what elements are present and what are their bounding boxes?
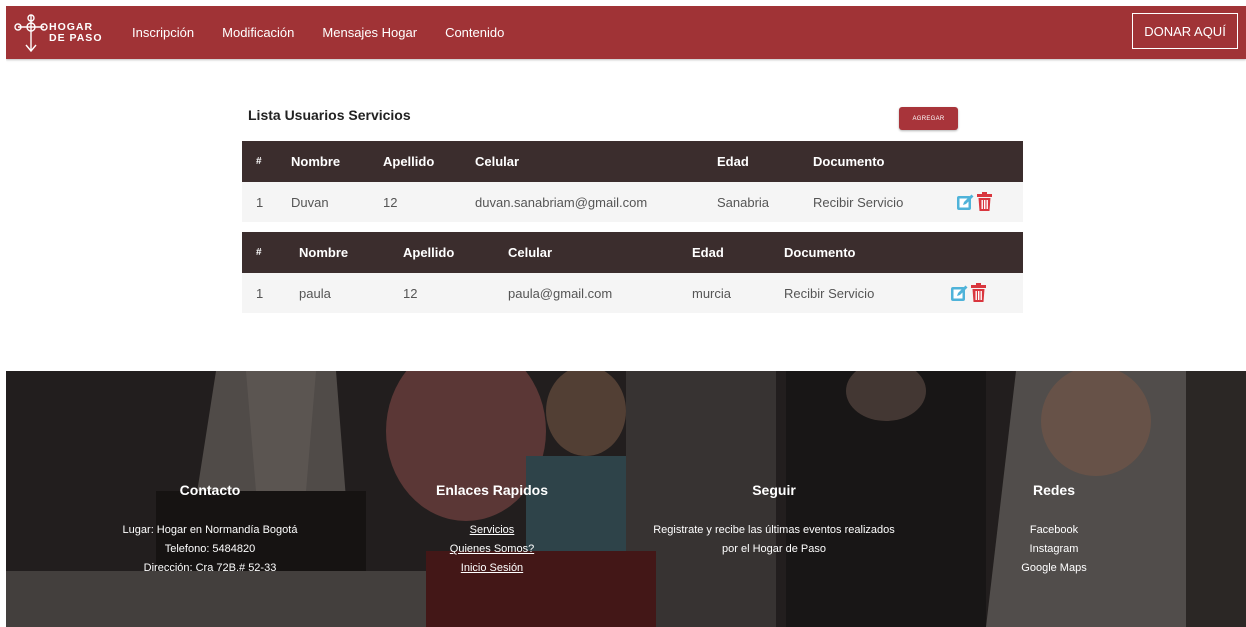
- page: HOGAR DE PASO Inscripción Modificación M…: [6, 6, 1246, 627]
- navbar: HOGAR DE PASO Inscripción Modificación M…: [6, 6, 1246, 59]
- cell-apellido: 12: [403, 285, 418, 301]
- brand-logo[interactable]: HOGAR DE PASO: [14, 10, 124, 56]
- cell-edad: murcia: [692, 285, 732, 301]
- add-button[interactable]: AGREGAR: [899, 107, 958, 130]
- col-header-edad: Edad: [717, 154, 749, 169]
- footer-link-google-maps[interactable]: Google Maps: [1021, 559, 1086, 578]
- footer-enlaces-links: Servicios Quienes Somos? Inicio Sesión: [450, 521, 534, 578]
- cell-celular: duvan.sanabriam@gmail.com: [475, 194, 648, 210]
- col-header-documento: Documento: [784, 245, 856, 260]
- col-header-actions: [950, 232, 1023, 273]
- footer-link-instagram[interactable]: Instagram: [1021, 540, 1086, 559]
- footer-contacto-title: Contacto: [179, 482, 241, 498]
- cell-actions: [950, 273, 1023, 313]
- col-header-num: #: [256, 247, 262, 258]
- edit-icon[interactable]: [950, 283, 969, 303]
- cell-actions: [956, 182, 1023, 222]
- col-header-nombre: Nombre: [291, 154, 341, 169]
- brand-line-2: DE PASO: [49, 32, 103, 44]
- nav-link-inscripcion[interactable]: Inscripción: [132, 25, 194, 40]
- footer-link-facebook[interactable]: Facebook: [1021, 521, 1086, 540]
- footer-seguir-line-2: por el Hogar de Paso: [722, 543, 826, 555]
- col-header-celular: Celular: [475, 154, 520, 169]
- footer: Contacto Lugar: Hogar en Normandía Bogot…: [6, 371, 1246, 627]
- nav-link-mensajes-hogar[interactable]: Mensajes Hogar: [322, 25, 417, 40]
- col-header-edad: Edad: [692, 245, 724, 260]
- cell-num: 1: [256, 285, 264, 301]
- brand-text: HOGAR DE PASO: [49, 22, 102, 44]
- footer-redes-links: Facebook Instagram Google Maps: [1021, 521, 1086, 578]
- row-actions: [950, 283, 1023, 303]
- users-table-1: # Nombre Apellido Celular Edad Documento…: [242, 141, 1023, 222]
- table-row: 1 Duvan 12 duvan.sanabriam@gmail.com San…: [242, 182, 1023, 222]
- table-row: 1 paula 12 paula@gmail.com murcia Recibi…: [242, 273, 1023, 313]
- cell-apellido: 12: [383, 194, 398, 210]
- nav-links: Inscripción Modificación Mensajes Hogar …: [132, 6, 532, 59]
- col-header-documento: Documento: [813, 154, 885, 169]
- footer-enlaces-title: Enlaces Rapidos: [435, 482, 549, 498]
- footer-redes-title: Redes: [1032, 482, 1076, 498]
- cell-documento: Recibir Servicio: [813, 194, 904, 210]
- col-header-celular: Celular: [508, 245, 553, 260]
- cell-num: 1: [256, 194, 264, 210]
- footer-contacto-lugar: Lugar: Hogar en Normandía Bogotá: [122, 524, 298, 536]
- nav-link-modificacion[interactable]: Modificación: [222, 25, 294, 40]
- cross-logo-icon: [14, 14, 48, 53]
- table-header-row: # Nombre Apellido Celular Edad Documento: [242, 141, 1023, 182]
- trash-icon[interactable]: [975, 192, 994, 212]
- cell-nombre: paula: [299, 285, 331, 301]
- cell-edad: Sanabria: [717, 194, 770, 210]
- footer-contacto-telefono: Telefono: 5484820: [164, 543, 256, 555]
- footer-seguir-lines: Registrate y recibe las últimas eventos …: [653, 521, 895, 559]
- edit-icon[interactable]: [956, 192, 975, 212]
- col-header-num: #: [256, 156, 262, 167]
- footer-link-quienes-somos[interactable]: Quienes Somos?: [450, 543, 534, 555]
- cell-celular: paula@gmail.com: [508, 285, 613, 301]
- footer-contacto-direccion: Dirección: Cra 72B.# 52-33: [143, 562, 277, 574]
- trash-icon[interactable]: [969, 283, 988, 303]
- footer-background-photo: [6, 371, 1246, 627]
- col-header-nombre: Nombre: [299, 245, 349, 260]
- col-header-apellido: Apellido: [383, 154, 435, 169]
- footer-seguir-line-1: Registrate y recibe las últimas eventos …: [653, 524, 895, 536]
- table-header-row: # Nombre Apellido Celular Edad Documento: [242, 232, 1023, 273]
- nav-link-contenido[interactable]: Contenido: [445, 25, 504, 40]
- users-table-2: # Nombre Apellido Celular Edad Documento…: [242, 232, 1023, 313]
- footer-seguir-title: Seguir: [752, 482, 796, 498]
- donate-button[interactable]: DONAR AQUÍ: [1132, 13, 1238, 49]
- footer-contacto-lines: Lugar: Hogar en Normandía Bogotá Telefon…: [123, 521, 298, 578]
- col-header-apellido: Apellido: [403, 245, 455, 260]
- page-title: Lista Usuarios Servicios: [248, 107, 411, 123]
- row-actions: [956, 192, 1023, 212]
- footer-link-servicios[interactable]: Servicios: [470, 524, 515, 536]
- footer-link-inicio-sesion[interactable]: Inicio Sesión: [461, 562, 523, 574]
- cell-nombre: Duvan: [291, 194, 329, 210]
- cell-documento: Recibir Servicio: [784, 285, 875, 301]
- col-header-actions: [956, 141, 1023, 182]
